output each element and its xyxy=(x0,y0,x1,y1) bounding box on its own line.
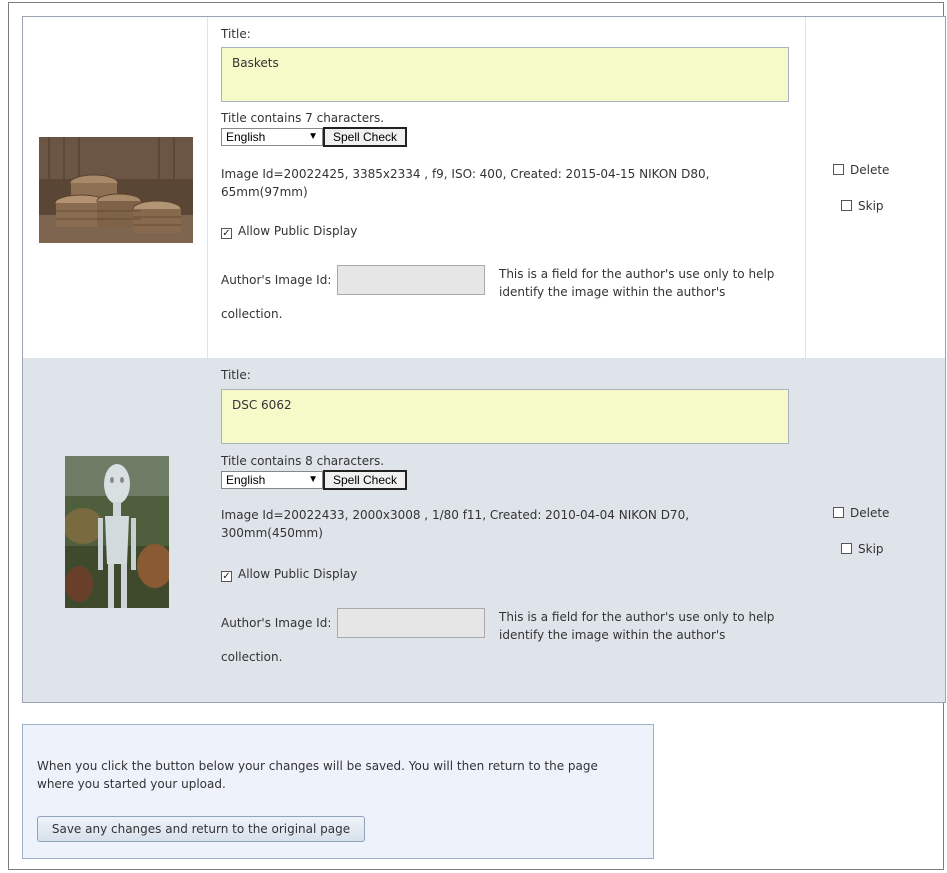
allow-public-checkbox[interactable]: ✓ xyxy=(221,228,232,239)
author-image-id-input[interactable] xyxy=(337,265,485,295)
delete-option[interactable]: Delete xyxy=(833,163,889,177)
language-select-value: English xyxy=(226,130,266,144)
language-select[interactable]: English ▼ xyxy=(221,471,323,489)
spell-check-button[interactable]: Spell Check xyxy=(323,127,407,147)
delete-checkbox[interactable] xyxy=(833,164,844,175)
delete-label: Delete xyxy=(850,163,890,177)
skip-checkbox[interactable] xyxy=(841,543,852,554)
allow-public-display[interactable]: ✓ Allow Public Display xyxy=(221,223,357,239)
author-image-id-help: This is a field for the author's use onl… xyxy=(499,267,775,299)
skip-checkbox[interactable] xyxy=(841,200,852,211)
delete-label: Delete xyxy=(850,506,890,520)
author-help-continuation: collection. xyxy=(221,307,283,321)
language-select[interactable]: English ▼ xyxy=(221,128,323,146)
chevron-down-icon: ▼ xyxy=(308,474,318,485)
title-input[interactable]: Baskets xyxy=(221,47,789,102)
image-thumbnail-baskets[interactable] xyxy=(39,137,193,243)
column-divider xyxy=(207,17,208,358)
skip-label: Skip xyxy=(858,199,884,213)
author-image-id-label: Author's Image Id: xyxy=(221,273,332,287)
column-divider xyxy=(805,17,806,358)
image-metadata: Image Id=20022433, 2000x3008 , 1/80 f11,… xyxy=(221,508,690,540)
language-select-value: English xyxy=(226,473,266,487)
skip-label: Skip xyxy=(858,542,884,556)
skip-option[interactable]: Skip xyxy=(841,542,884,556)
image-row: Title: Baskets Title contains 7 characte… xyxy=(23,17,945,358)
title-char-count: Title contains 7 characters. xyxy=(221,111,385,125)
title-label: Title: xyxy=(221,27,251,41)
author-image-id-input[interactable] xyxy=(337,608,485,638)
chevron-down-icon: ▼ xyxy=(308,131,318,142)
title-label: Title: xyxy=(221,368,251,382)
allow-public-display[interactable]: ✓ Allow Public Display xyxy=(221,566,357,582)
image-edit-table: Title: Baskets Title contains 7 characte… xyxy=(22,16,946,703)
delete-option[interactable]: Delete xyxy=(833,506,889,520)
save-instructions: When you click the button below your cha… xyxy=(37,759,598,791)
author-help-continuation: collection. xyxy=(221,650,283,664)
delete-checkbox[interactable] xyxy=(833,507,844,518)
image-metadata: Image Id=20022425, 3385x2334 , f9, ISO: … xyxy=(221,167,710,199)
save-and-return-button[interactable]: Save any changes and return to the origi… xyxy=(37,816,365,842)
skip-option[interactable]: Skip xyxy=(841,199,884,213)
spell-check-button[interactable]: Spell Check xyxy=(323,470,407,490)
allow-public-checkbox[interactable]: ✓ xyxy=(221,571,232,582)
author-image-id-help: This is a field for the author's use onl… xyxy=(499,610,775,642)
image-row: Title: DSC 6062 Title contains 8 charact… xyxy=(23,358,945,702)
allow-public-label: Allow Public Display xyxy=(238,224,358,238)
image-thumbnail-dsc-6062[interactable] xyxy=(65,456,169,608)
author-image-id-label: Author's Image Id: xyxy=(221,616,332,630)
save-panel: When you click the button below your cha… xyxy=(22,724,654,859)
title-char-count: Title contains 8 characters. xyxy=(221,454,385,468)
title-input[interactable]: DSC 6062 xyxy=(221,389,789,444)
allow-public-label: Allow Public Display xyxy=(238,567,358,581)
